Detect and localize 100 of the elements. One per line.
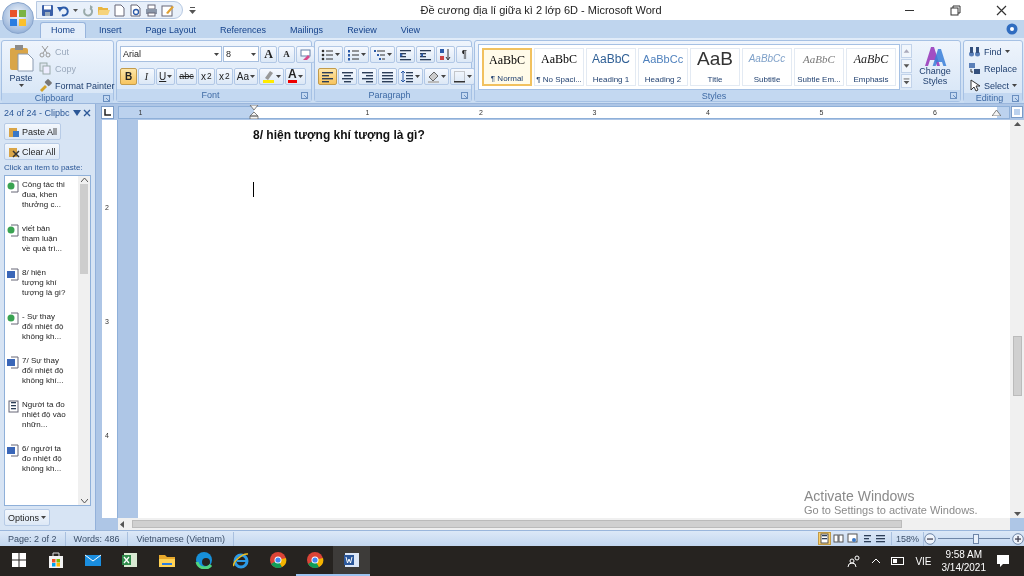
font-size-field[interactable]: 8 (223, 46, 259, 62)
font-color-button[interactable]: A (285, 67, 306, 85)
borders-button[interactable] (450, 67, 475, 85)
ribbon-tab[interactable]: Page Layout (134, 22, 208, 38)
style-item[interactable]: AaBbC ¶ Normal (482, 48, 532, 86)
vertical-scrollbar[interactable] (1010, 120, 1024, 518)
ribbon-tab[interactable]: View (389, 22, 431, 38)
shading-button[interactable] (424, 67, 449, 85)
shrink-font-button[interactable]: A (278, 45, 295, 63)
indent-marker-icon[interactable] (249, 105, 259, 119)
scroll-thumb[interactable] (80, 184, 88, 274)
highlight-button[interactable] (259, 67, 284, 85)
zoom-in-icon[interactable] (1012, 532, 1024, 545)
grow-font-button[interactable]: A (260, 45, 277, 63)
clipboard-item[interactable]: Người ta đo nhiệt độ vào nhữn... (7, 400, 76, 430)
strikethrough-button[interactable]: abc (176, 67, 197, 85)
format-painter-button[interactable]: Format Painter (37, 78, 117, 93)
scroll-left-icon[interactable] (120, 520, 124, 528)
font-name-field[interactable]: Arial (120, 46, 222, 62)
paste-all-button[interactable]: Paste All (4, 123, 62, 140)
customize-menu-icon[interactable] (189, 6, 196, 14)
paste-button[interactable]: Paste (5, 44, 37, 93)
horizontal-scrollbar[interactable] (118, 518, 1010, 530)
scroll-down-icon[interactable] (80, 499, 88, 503)
word-count[interactable]: Words: 486 (65, 531, 129, 546)
zoom-out-icon[interactable] (924, 532, 936, 545)
undo-icon[interactable] (57, 3, 70, 17)
word-icon[interactable] (342, 551, 361, 569)
clipboard-item[interactable]: 7/ Sự thay đổi nhiệt độ không khí... (7, 356, 76, 386)
close-icon[interactable] (995, 4, 1007, 16)
sort-button[interactable] (436, 45, 455, 63)
numbering-button[interactable] (344, 45, 369, 63)
right-indent-icon[interactable] (992, 109, 1001, 116)
ribbon-tab[interactable]: Review (336, 22, 388, 38)
scroll-up-icon[interactable] (80, 178, 88, 182)
clear-all-button[interactable]: Clear All (4, 143, 60, 160)
scroll-down-icon[interactable] (1013, 512, 1021, 516)
ribbon-tab[interactable]: Insert (88, 22, 133, 38)
bold-button[interactable]: B (120, 67, 137, 85)
clipboard-item[interactable]: 8/ hiện tượng khí tượng là gì? (7, 268, 76, 298)
align-left-button[interactable] (318, 67, 337, 85)
people-icon[interactable] (847, 555, 862, 567)
chrome-icon[interactable] (268, 551, 287, 569)
decrease-indent-button[interactable] (396, 45, 415, 63)
save-icon[interactable] (41, 3, 54, 17)
ribbon-tab[interactable]: Mailings (279, 22, 335, 38)
tab-selector[interactable] (100, 105, 114, 119)
pane-menu-icon[interactable] (73, 110, 81, 116)
bullets-button[interactable] (318, 45, 343, 63)
change-styles-button[interactable]: Change Styles (915, 44, 955, 90)
style-item[interactable]: AaBbC ¶ No Spaci... (534, 48, 584, 86)
scroll-thumb[interactable] (1012, 336, 1022, 396)
page-count[interactable]: Page: 2 of 2 (0, 531, 66, 546)
select-button[interactable]: Select (966, 78, 1019, 93)
increase-indent-button[interactable] (416, 45, 435, 63)
style-item[interactable]: AaB Title (690, 48, 740, 86)
show-marks-button[interactable]: ¶ (456, 45, 473, 63)
language-status[interactable]: Vietnamese (Vietnam) (128, 531, 235, 546)
zoom-slider[interactable] (938, 532, 1010, 545)
change-case-button[interactable]: Aa (233, 67, 258, 85)
printer-icon[interactable] (145, 3, 158, 17)
chrome-icon[interactable] (305, 551, 324, 569)
view-button[interactable] (873, 532, 887, 545)
underline-button[interactable]: U (156, 67, 176, 85)
slider-thumb[interactable] (973, 533, 980, 544)
battery-icon[interactable] (891, 557, 906, 565)
notification-icon[interactable] (996, 554, 1010, 568)
scroll-thumb[interactable] (132, 520, 902, 528)
clipboard-item[interactable]: 6/ người ta đo nhiệt độ không kh... (7, 444, 76, 474)
align-right-button[interactable] (358, 67, 377, 85)
style-item[interactable]: AaBbC Subtle Em... (794, 48, 844, 86)
italic-button[interactable]: I (138, 67, 155, 85)
store-icon[interactable] (46, 551, 65, 569)
align-center-button[interactable] (338, 67, 357, 85)
scrollbar[interactable] (78, 176, 90, 505)
style-item[interactable]: AaBbC Emphasis (846, 48, 896, 86)
ribbon-tab[interactable]: Home (40, 22, 86, 38)
input-language[interactable]: VIE (915, 555, 932, 567)
close-icon[interactable] (83, 109, 91, 117)
clipboard-item[interactable]: - Sự thay đổi nhiệt độ không kh... (7, 312, 76, 342)
multilevel-list-button[interactable] (370, 45, 395, 63)
new-document-icon[interactable] (113, 3, 126, 17)
restore-icon[interactable] (949, 4, 961, 16)
find-button[interactable]: Find (966, 44, 1019, 59)
align-justify-button[interactable] (378, 67, 397, 85)
windows-start-icon[interactable] (11, 553, 26, 567)
line-spacing-button[interactable] (398, 67, 423, 85)
clipboard-item[interactable]: Công tác thi đua, khen thưởng c... (7, 180, 76, 210)
more-styles-icon[interactable] (901, 74, 912, 88)
style-item[interactable]: AaBbCc Heading 2 (638, 48, 688, 86)
scroll-up-icon[interactable] (1013, 122, 1021, 126)
spreadsheet-icon[interactable] (120, 551, 139, 569)
edge-icon[interactable] (194, 551, 213, 569)
clipboard-item[interactable]: viết bản tham luận về quá trì... (7, 224, 76, 254)
help-icon[interactable] (1006, 23, 1018, 35)
view-button[interactable] (817, 532, 831, 545)
ribbon-tab[interactable]: References (209, 22, 278, 38)
print-preview-icon[interactable] (129, 3, 142, 17)
replace-button[interactable]: Replace (966, 61, 1019, 76)
clock[interactable]: 9:58 AM 3/14/2021 (941, 548, 986, 574)
